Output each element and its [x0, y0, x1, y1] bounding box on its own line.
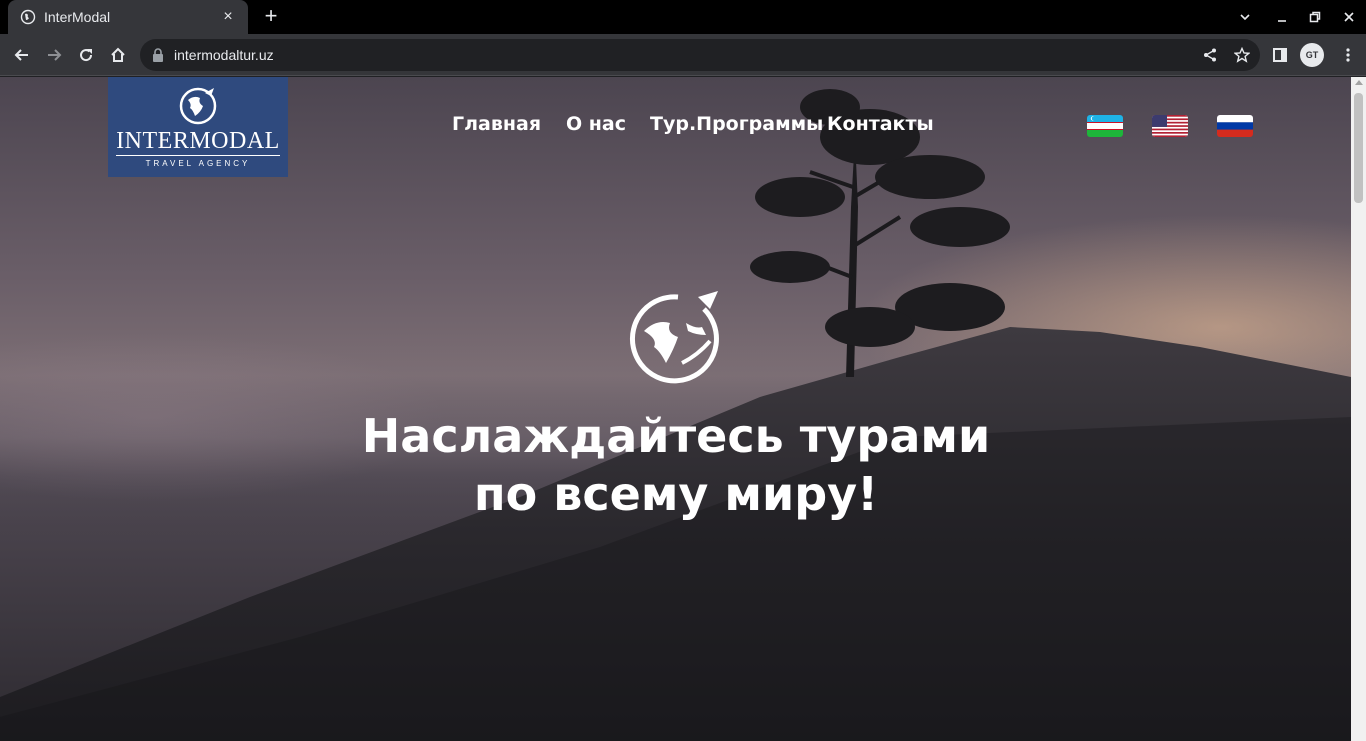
page-viewport: INTERMODAL TRAVEL AGENCY Главная О нас Т…: [0, 77, 1351, 741]
page-scrollbar[interactable]: [1351, 77, 1366, 741]
tab-title: InterModal: [44, 9, 111, 25]
url-text[interactable]: intermodaltur.uz: [174, 47, 1196, 63]
browser-toolbar: intermodaltur.uz GT: [0, 34, 1366, 76]
tab-search-icon[interactable]: [1228, 0, 1262, 34]
minimize-icon[interactable]: [1265, 0, 1299, 34]
nav-tour-programs-link[interactable]: Тур.Программы: [650, 113, 823, 135]
nav-contacts-link[interactable]: Контакты: [827, 113, 934, 135]
bookmark-star-icon[interactable]: [1228, 41, 1256, 69]
menu-kebab-icon[interactable]: [1334, 41, 1362, 69]
lock-icon: [153, 48, 163, 62]
hero-headline-line2: по всему миру!: [473, 467, 879, 521]
scrollbar-thumb[interactable]: [1354, 93, 1363, 203]
close-window-icon[interactable]: [1332, 0, 1366, 34]
share-icon[interactable]: [1196, 41, 1224, 69]
tab-close-icon[interactable]: ×: [218, 7, 238, 27]
forward-icon[interactable]: [40, 41, 68, 69]
globe-favicon-icon: [20, 9, 36, 25]
hero-headline-line1: Наслаждайтесь турами: [361, 409, 991, 463]
browser-tabstrip: InterModal × +: [0, 0, 1366, 34]
globe-plane-emblem-icon: [629, 291, 719, 384]
restore-icon[interactable]: [1298, 0, 1332, 34]
hero-headline: Наслаждайтесь турами по всему миру!: [250, 407, 1102, 523]
logo-divider: [116, 155, 280, 156]
new-tab-button[interactable]: +: [259, 5, 283, 29]
home-icon[interactable]: [104, 41, 132, 69]
reload-icon[interactable]: [72, 41, 100, 69]
side-panel-icon[interactable]: [1266, 41, 1294, 69]
browser-tab[interactable]: InterModal ×: [8, 0, 248, 34]
nav-about-link[interactable]: О нас: [566, 113, 626, 135]
nav-home-link[interactable]: Главная: [452, 113, 541, 135]
profile-avatar[interactable]: GT: [1300, 43, 1324, 67]
flag-us-icon[interactable]: [1152, 115, 1188, 137]
main-nav: Главная О нас Тур.Программы Контакты: [0, 113, 1351, 137]
scroll-up-arrow-icon[interactable]: [1355, 80, 1363, 85]
address-bar[interactable]: intermodaltur.uz: [140, 39, 1260, 71]
flag-ru-icon[interactable]: [1217, 115, 1253, 137]
back-icon[interactable]: [8, 41, 36, 69]
logo-tagline: TRAVEL AGENCY: [145, 159, 251, 168]
flag-uz-icon[interactable]: [1087, 115, 1123, 137]
